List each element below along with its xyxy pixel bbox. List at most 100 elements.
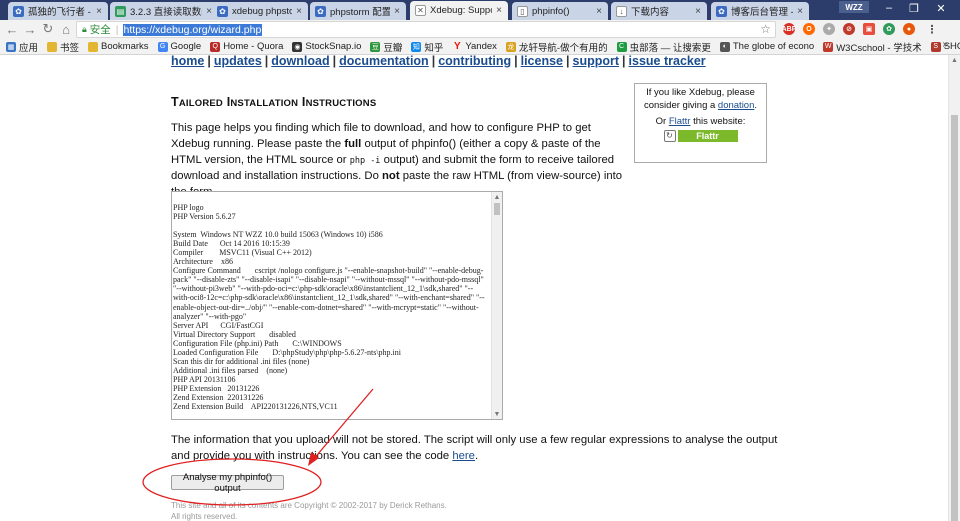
block-extension-icon[interactable]: ⊘ xyxy=(843,23,855,35)
forward-button[interactable]: → xyxy=(22,21,38,37)
tab-6[interactable]: ▯ phpinfo() × xyxy=(512,2,608,20)
bookmark-star-icon[interactable]: ☆ xyxy=(760,22,771,36)
nav-link-updates[interactable]: updates xyxy=(214,54,262,68)
tab-2[interactable]: ▤ 3.2.3 直接读取数组 × xyxy=(110,2,218,20)
bookmark-yandex[interactable]: Y Yandex xyxy=(452,41,497,52)
close-tab-icon[interactable]: × xyxy=(494,5,504,16)
close-tab-icon[interactable]: × xyxy=(693,6,703,17)
nav-link-download[interactable]: download xyxy=(271,54,329,68)
bookmark-folder-1[interactable]: 书签 xyxy=(47,40,79,54)
home-button[interactable]: ⌂ xyxy=(58,21,74,37)
abp-extension-icon[interactable]: ABP xyxy=(782,23,796,35)
bookmark-douban[interactable]: 豆豆瓣 xyxy=(370,40,402,54)
nav-separator: | xyxy=(431,54,436,68)
scroll-up-icon[interactable]: ▲ xyxy=(492,192,502,202)
bookmark-label: 应用 xyxy=(19,42,39,54)
title-rest: NSTALLATION xyxy=(230,98,299,109)
tab-1[interactable]: ✿ 孤独的飞行者 - 顺 × xyxy=(8,2,108,20)
close-tab-icon[interactable]: × xyxy=(294,6,304,17)
tab-title: xdebug phpstorm xyxy=(232,5,292,17)
tab-strip: ✿ 孤独的飞行者 - 顺 × ▤ 3.2.3 直接读取数组 × ✿ xdebug… xyxy=(0,0,960,20)
nav-link-support[interactable]: support xyxy=(573,54,620,68)
donation-line-end: . xyxy=(754,99,758,111)
bookmarks-overflow-button[interactable]: » xyxy=(942,39,948,50)
camera-icon: ◉ xyxy=(292,41,303,52)
close-tab-icon[interactable]: × xyxy=(795,6,805,17)
lock-icon: 🔒︎ xyxy=(82,24,87,34)
flattr-link[interactable]: Flattr xyxy=(669,116,691,127)
back-button[interactable]: ← xyxy=(4,21,20,37)
yandex-icon: Y xyxy=(454,41,461,52)
nav-link-license[interactable]: license xyxy=(521,54,563,68)
tab-5-active[interactable]: ✕ Xdebug: Support × xyxy=(410,1,508,20)
flattr-button[interactable]: ↻ Flattr xyxy=(663,129,738,142)
page-scrollbar[interactable]: ▲ xyxy=(948,55,960,521)
tab-3[interactable]: ✿ xdebug phpstorm × xyxy=(212,2,308,20)
tab-8[interactable]: ✿ 博客后台管理 - 博 × xyxy=(711,2,809,20)
nav-link-contributing[interactable]: contributing xyxy=(438,54,511,68)
apps-icon: ▦ xyxy=(6,41,16,52)
bookmark-quora[interactable]: Q Home - Quora xyxy=(210,41,283,52)
maximize-button[interactable]: ❐ xyxy=(903,1,925,15)
minimize-button[interactable]: – xyxy=(878,1,900,15)
reload-button[interactable]: ↻ xyxy=(40,21,56,37)
intro-bold: full xyxy=(344,137,362,150)
green-extension-icon[interactable]: ✿ xyxy=(883,23,895,35)
bookmark-label: 豆瓣 xyxy=(383,42,403,54)
notice-end: . xyxy=(474,449,479,462)
opera-extension-icon[interactable]: O xyxy=(803,23,815,35)
bookmark-longxuan[interactable]: 龙龙轩导航-做个有用的 xyxy=(505,40,608,54)
tab-7[interactable]: ↓ 下载内容 × xyxy=(611,2,707,20)
secure-label: 安全 xyxy=(89,24,111,36)
flattr-button-label: Flattr xyxy=(677,129,738,142)
close-window-button[interactable]: ✕ xyxy=(930,1,952,15)
xdebug-icon: ✕ xyxy=(415,5,426,16)
bookmark-globe[interactable]: ◐ The globe of econo xyxy=(719,41,815,52)
textarea-scrollbar[interactable]: ▲ ▼ xyxy=(491,192,502,419)
folder-icon xyxy=(88,41,99,52)
bookmark-stocksnap[interactable]: ◉ StockSnap.io xyxy=(292,41,361,52)
analyse-button[interactable]: Analyse my phpinfo() output xyxy=(171,472,284,494)
bookmark-google[interactable]: G Google xyxy=(157,41,201,52)
tab-title: phpinfo() xyxy=(532,5,570,17)
title-initial: T xyxy=(171,95,179,109)
google-icon: G xyxy=(157,41,168,52)
site-nav: home | updates | download | documentation | cont… xyxy=(171,54,706,68)
tab-title: phpstorm 配置 xd xyxy=(330,7,390,18)
nav-link-documentation[interactable]: documentation xyxy=(339,54,429,68)
bookmark-label: The globe of econo xyxy=(732,41,815,52)
red-extension-icon[interactable]: ▣ xyxy=(863,23,875,35)
quora-icon: Q xyxy=(210,41,221,52)
url-text[interactable]: https://xdebug.org/wizard.php xyxy=(122,23,263,36)
tab-title: 下载内容 xyxy=(631,7,670,18)
scroll-thumb[interactable] xyxy=(494,203,500,215)
profile-badge[interactable]: WZZ xyxy=(839,1,869,13)
close-tab-icon[interactable]: × xyxy=(392,6,402,17)
nav-link-home[interactable]: home xyxy=(171,54,204,68)
bookmark-chongbuluo[interactable]: C 虫部落 — 让搜索更 xyxy=(616,40,711,54)
nav-separator: | xyxy=(332,54,337,68)
bookmark-folder-2[interactable]: Bookmarks xyxy=(88,41,149,52)
tab-4[interactable]: ✿ phpstorm 配置 xd × xyxy=(310,2,406,20)
paw-icon: ✿ xyxy=(315,5,326,17)
menu-icon[interactable]: ⋮ xyxy=(926,23,938,36)
puzzle-extension-icon[interactable]: ✦ xyxy=(823,23,835,35)
donation-link[interactable]: donation xyxy=(718,100,754,111)
nav-link-issue-tracker[interactable]: issue tracker xyxy=(629,54,706,68)
close-tab-icon[interactable]: × xyxy=(94,6,104,17)
scroll-down-icon[interactable]: ▼ xyxy=(492,409,502,419)
page-scroll-thumb[interactable] xyxy=(951,115,958,521)
bookmark-zhihu[interactable]: 知知乎 xyxy=(411,40,443,54)
divider: | xyxy=(115,23,119,36)
intro-code: php -i xyxy=(349,155,381,166)
phpinfo-textarea[interactable]: PHP logo PHP Version 5.6.27 System Windo… xyxy=(171,191,503,420)
address-bar[interactable]: 🔒︎ 安全 | https://xdebug.org/wizard.php ☆ xyxy=(76,21,776,38)
bookmark-apps[interactable]: ▦ 应用 xyxy=(6,40,38,54)
orange-extension-icon[interactable]: ● xyxy=(903,23,915,35)
bookmark-w3cschool[interactable]: W W3Cschool - 学技术 xyxy=(823,40,922,54)
code-link[interactable]: here xyxy=(452,450,475,462)
paw-icon: ✿ xyxy=(13,5,24,17)
scroll-up-icon[interactable]: ▲ xyxy=(949,55,960,66)
close-tab-icon[interactable]: × xyxy=(594,6,604,17)
bookmark-label: 龙轩导航-做个有用的 xyxy=(518,42,608,54)
